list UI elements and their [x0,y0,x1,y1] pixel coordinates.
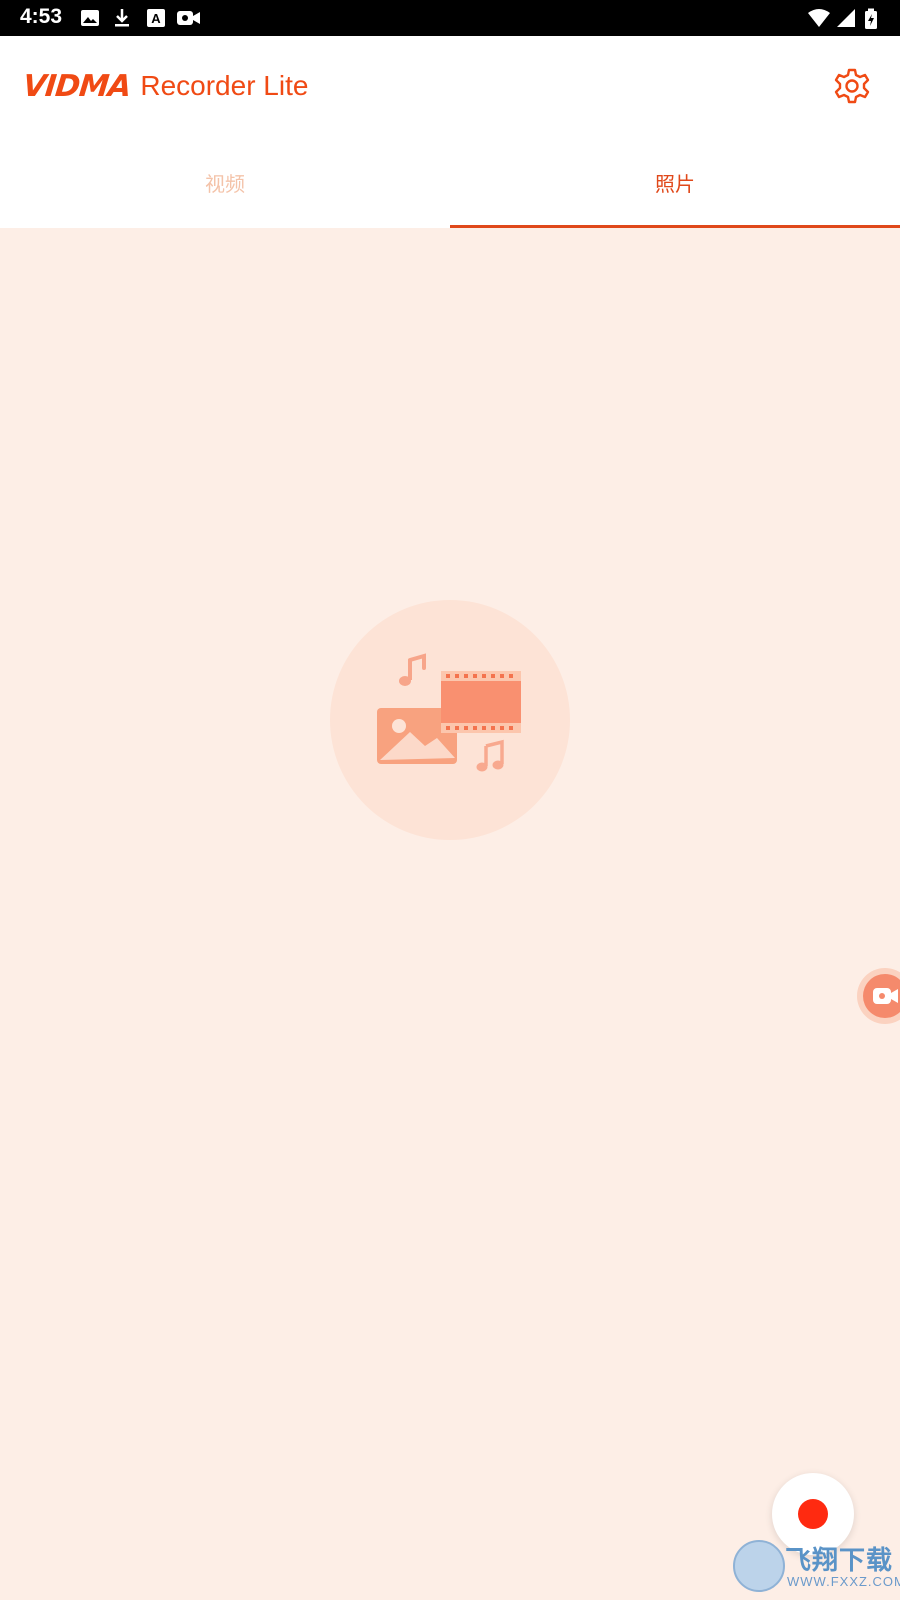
app-bar: VIDMA Recorder Lite [0,36,900,136]
status-time: 4:53 [20,5,63,28]
tab-indicator [450,225,900,228]
video-camera-icon [873,988,898,1004]
watermark-text: 飞翔下载 [785,1546,894,1576]
film-strip-icon [441,671,521,733]
watermark-url: WWW.FXXZ.COM [787,1574,900,1589]
tab-video[interactable]: 视频 [0,136,450,228]
tab-photo[interactable]: 照片 [450,136,900,228]
battery-charging-icon [865,8,877,29]
accessibility-text-icon: A [147,9,165,27]
svg-text:A: A [151,11,161,26]
gear-icon [834,68,870,104]
wifi-icon [808,9,830,27]
settings-button[interactable] [832,66,872,106]
video-camera-icon [177,11,200,25]
app-logo: VIDMA Recorder Lite [21,68,309,104]
app-name: Recorder Lite [140,70,309,101]
status-bar: 4:53 A [0,0,900,36]
record-dot-icon [798,1499,828,1529]
tab-bar: 视频 照片 [0,136,900,228]
image-icon [81,10,99,26]
watermark: 飞翔下载 WWW.FXXZ.COM [733,1540,900,1596]
signal-icon [837,9,855,27]
music-note-icon [476,739,504,772]
empty-state-illustration [330,600,570,840]
watermark-logo-icon [733,1540,785,1592]
download-icon [115,9,129,27]
brand-wordmark: VIDMA [21,68,133,104]
music-note-icon [399,653,426,686]
floating-recorder-handle[interactable] [857,968,900,1024]
